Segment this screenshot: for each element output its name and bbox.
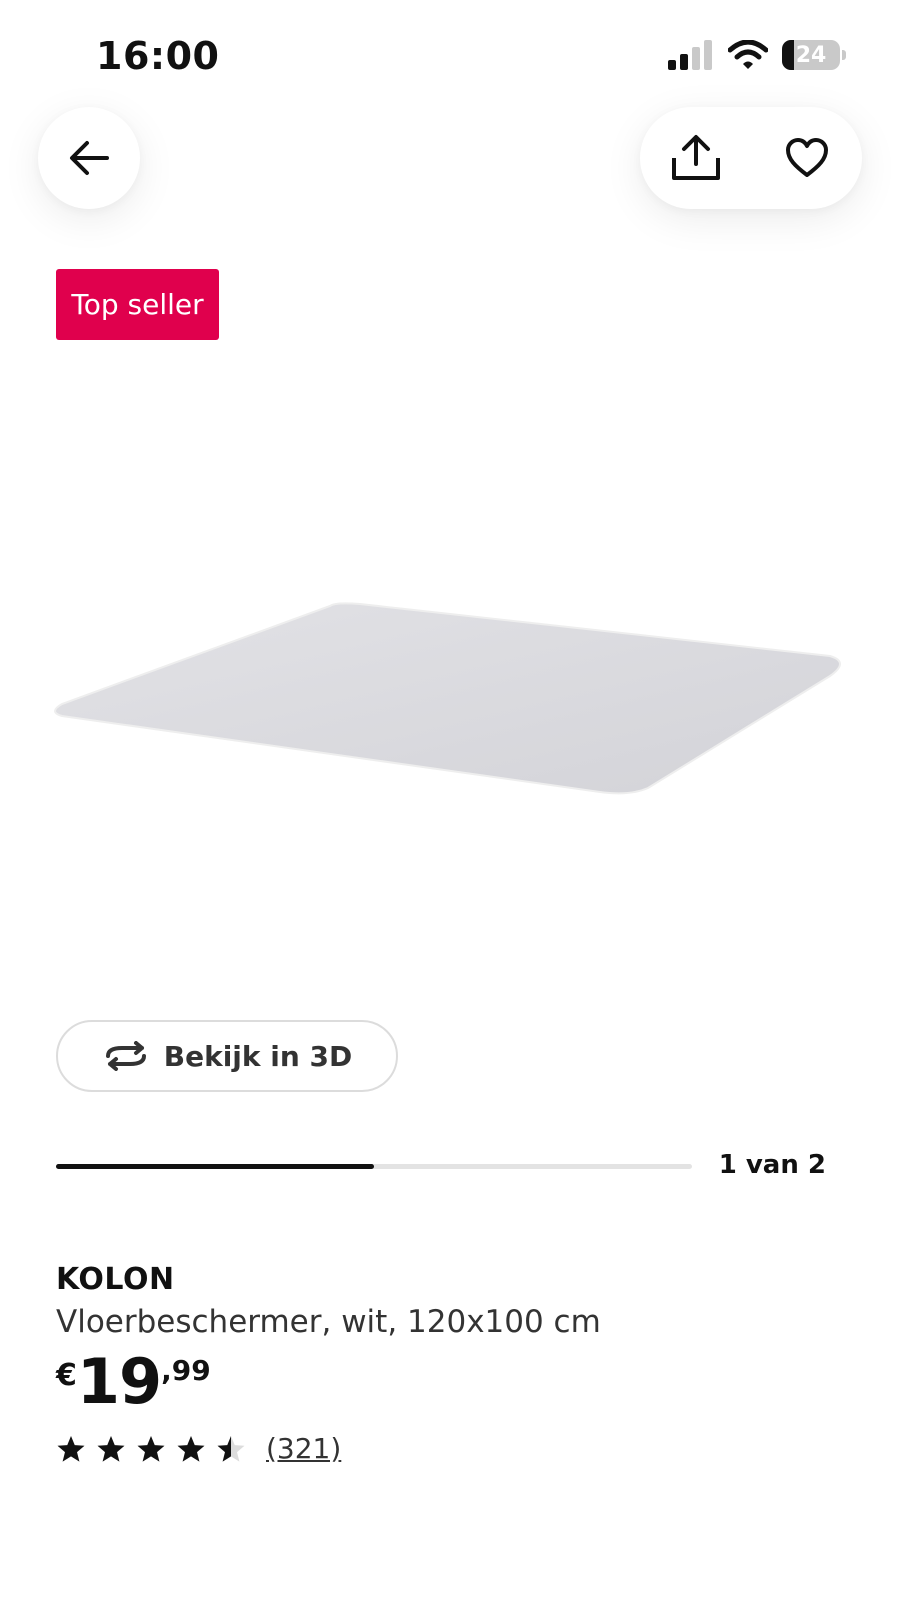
product-image[interactable] (40, 590, 860, 810)
share-button[interactable] (661, 123, 731, 193)
star-icon (97, 1435, 125, 1462)
share-icon (671, 135, 720, 180)
star-icon (177, 1435, 205, 1462)
price-currency: € (56, 1358, 77, 1393)
wifi-icon (728, 40, 768, 69)
carousel-progress (56, 1164, 692, 1169)
back-button[interactable] (38, 107, 140, 209)
carousel-position: 1 van 2 (718, 1150, 826, 1180)
view-3d-button[interactable]: Bekijk in 3D (56, 1020, 398, 1092)
rotate-icon (105, 1041, 146, 1071)
battery-level: 24 (795, 42, 827, 68)
battery-icon: 24 (782, 40, 846, 70)
star-icon (57, 1435, 85, 1462)
product-price: € 19 ,99 (56, 1348, 211, 1416)
carousel-progress-fill (56, 1164, 374, 1169)
top-seller-badge: Top seller (56, 269, 219, 340)
status-time: 16:00 (96, 34, 220, 78)
price-decimal: ,99 (161, 1354, 211, 1387)
arrow-left-icon (70, 141, 109, 175)
price-integer: 19 (76, 1345, 162, 1418)
star-icon (137, 1435, 165, 1462)
signal-icon (668, 40, 712, 70)
favorite-button[interactable] (772, 123, 842, 193)
review-count-link[interactable]: (321) (266, 1432, 341, 1465)
view-3d-label: Bekijk in 3D (163, 1039, 353, 1073)
product-rating[interactable]: (321) (56, 1432, 341, 1465)
action-pill (640, 107, 862, 209)
heart-icon (785, 138, 828, 177)
star-icon (217, 1435, 245, 1462)
product-name: KOLON (56, 1262, 175, 1297)
product-description: Vloerbeschermer, wit, 120x100 cm (56, 1304, 601, 1340)
rating-stars (56, 1435, 246, 1463)
status-icons: 24 (668, 40, 846, 70)
